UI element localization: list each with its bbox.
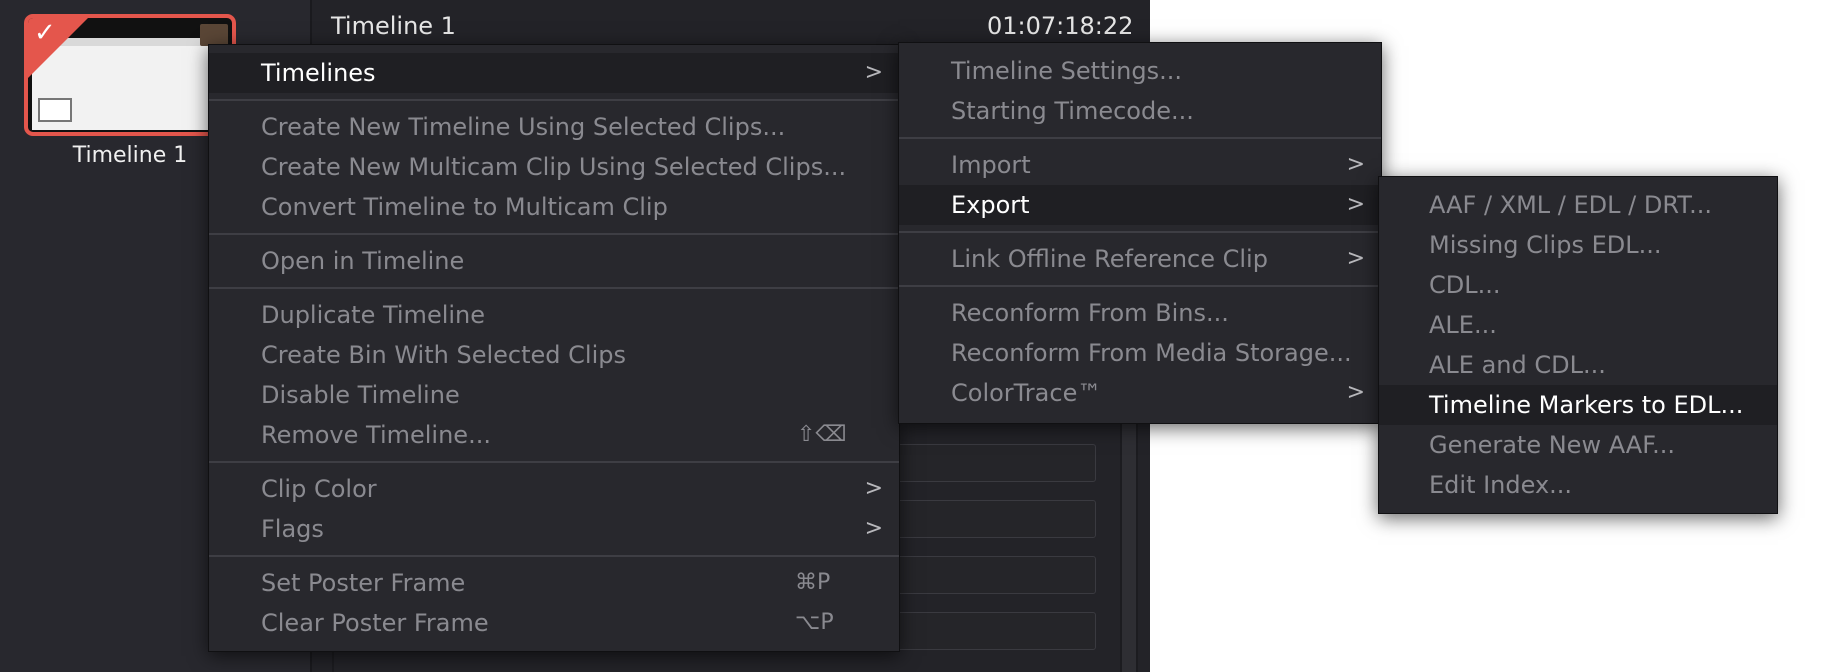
menu-item-label: Clip Color	[261, 475, 377, 503]
menu-item-edit-index[interactable]: Edit Index...	[1379, 465, 1777, 505]
checkmark-icon: ✓	[34, 18, 56, 48]
menu-item-remove-timeline[interactable]: Remove Timeline... ⇧⌫	[209, 415, 899, 455]
menu-item-open-in-timeline[interactable]: Open in Timeline	[209, 241, 899, 281]
chevron-right-icon: >	[1346, 152, 1365, 177]
menu-item-label: Create New Timeline Using Selected Clips…	[261, 113, 786, 141]
menu-item-aaf-xml-edl-drt[interactable]: AAF / XML / EDL / DRT...	[1379, 185, 1777, 225]
menu-item-create-multicam-clip[interactable]: Create New Multicam Clip Using Selected …	[209, 147, 899, 187]
menu-item-cdl[interactable]: CDL...	[1379, 265, 1777, 305]
menu-item-label: Timeline Settings...	[951, 57, 1182, 85]
menu-separator	[209, 461, 899, 463]
menu-item-label: ColorTrace™	[951, 379, 1102, 407]
menu-item-label: Starting Timecode...	[951, 97, 1194, 125]
menu-item-timelines[interactable]: Timelines >	[209, 53, 899, 93]
chevron-right-icon: >	[864, 516, 883, 541]
menu-item-missing-clips-edl[interactable]: Missing Clips EDL...	[1379, 225, 1777, 265]
chevron-right-icon: >	[1346, 246, 1365, 271]
chevron-right-icon: >	[1346, 380, 1365, 405]
menu-item-label: Set Poster Frame	[261, 569, 466, 597]
menu-item-export[interactable]: Export >	[899, 185, 1381, 225]
menu-item-label: Timeline Markers to EDL...	[1429, 391, 1744, 419]
menu-item-generate-new-aaf[interactable]: Generate New AAF...	[1379, 425, 1777, 465]
menu-item-starting-timecode[interactable]: Starting Timecode...	[899, 91, 1381, 131]
menu-item-convert-to-multicam[interactable]: Convert Timeline to Multicam Clip	[209, 187, 899, 227]
chevron-right-icon: >	[864, 476, 883, 501]
timeline-grid-icon	[38, 98, 72, 122]
menu-separator	[209, 233, 899, 235]
menu-item-import[interactable]: Import >	[899, 145, 1381, 185]
menu-item-label: ALE...	[1429, 311, 1497, 339]
menu-separator	[209, 555, 899, 557]
menu-item-label: Open in Timeline	[261, 247, 465, 275]
chevron-right-icon: >	[864, 60, 883, 85]
menu-item-label: Link Offline Reference Clip	[951, 245, 1268, 273]
menu-item-label: Reconform From Media Storage...	[951, 339, 1352, 367]
menu-item-shortcut: ⌘P	[795, 570, 831, 595]
menu-item-clear-poster-frame[interactable]: Clear Poster Frame ⌥P	[209, 603, 899, 643]
timeline-thumbnail[interactable]: ✓	[24, 14, 236, 136]
menu-item-label: Timelines	[261, 59, 376, 87]
menu-item-clip-color[interactable]: Clip Color >	[209, 469, 899, 509]
menu-item-reconform-media-storage[interactable]: Reconform From Media Storage...	[899, 333, 1381, 373]
menu-separator	[899, 137, 1381, 139]
menu-separator	[899, 231, 1381, 233]
context-menu: Timelines > Create New Timeline Using Se…	[208, 44, 900, 652]
menu-separator	[209, 287, 899, 289]
timelines-submenu: Timeline Settings... Starting Timecode..…	[898, 42, 1382, 424]
export-submenu: AAF / XML / EDL / DRT... Missing Clips E…	[1378, 176, 1778, 514]
menu-item-create-bin[interactable]: Create Bin With Selected Clips	[209, 335, 899, 375]
menu-item-label: ALE and CDL...	[1429, 351, 1606, 379]
menu-item-label: Flags	[261, 515, 324, 543]
menu-item-label: Duplicate Timeline	[261, 301, 486, 329]
menu-item-label: Clear Poster Frame	[261, 609, 489, 637]
menu-item-shortcut: ⌥P	[795, 610, 834, 635]
menu-item-label: Import	[951, 151, 1031, 179]
inspector-timecode: 01:07:18:22	[987, 12, 1134, 40]
menu-item-label: AAF / XML / EDL / DRT...	[1429, 191, 1712, 219]
menu-item-set-poster-frame[interactable]: Set Poster Frame ⌘P	[209, 563, 899, 603]
menu-item-timeline-markers-to-edl[interactable]: Timeline Markers to EDL...	[1379, 385, 1777, 425]
menu-item-label: Reconform From Bins...	[951, 299, 1229, 327]
menu-item-label: Create New Multicam Clip Using Selected …	[261, 153, 847, 181]
menu-item-shortcut: ⇧⌫	[797, 422, 847, 447]
menu-item-label: Generate New AAF...	[1429, 431, 1676, 459]
menu-item-label: CDL...	[1429, 271, 1501, 299]
menu-item-label: Export	[951, 191, 1030, 219]
menu-item-timeline-settings[interactable]: Timeline Settings...	[899, 51, 1381, 91]
thumbnail-face	[200, 24, 228, 46]
menu-item-label: Disable Timeline	[261, 381, 460, 409]
menu-item-ale-and-cdl[interactable]: ALE and CDL...	[1379, 345, 1777, 385]
menu-item-reconform-bins[interactable]: Reconform From Bins...	[899, 293, 1381, 333]
menu-item-label: Remove Timeline...	[261, 421, 491, 449]
menu-item-flags[interactable]: Flags >	[209, 509, 899, 549]
menu-separator	[899, 285, 1381, 287]
menu-item-link-offline-reference[interactable]: Link Offline Reference Clip >	[899, 239, 1381, 279]
menu-item-label: Edit Index...	[1429, 471, 1573, 499]
menu-item-label: Missing Clips EDL...	[1429, 231, 1662, 259]
menu-item-disable-timeline[interactable]: Disable Timeline	[209, 375, 899, 415]
menu-item-duplicate-timeline[interactable]: Duplicate Timeline	[209, 295, 899, 335]
menu-item-label: Create Bin With Selected Clips	[261, 341, 626, 369]
menu-item-colortrace[interactable]: ColorTrace™ >	[899, 373, 1381, 413]
menu-item-ale[interactable]: ALE...	[1379, 305, 1777, 345]
menu-item-label: Convert Timeline to Multicam Clip	[261, 193, 668, 221]
inspector-title: Timeline 1	[331, 12, 456, 40]
menu-item-create-new-timeline[interactable]: Create New Timeline Using Selected Clips…	[209, 107, 899, 147]
menu-separator	[209, 99, 899, 101]
chevron-right-icon: >	[1346, 192, 1365, 217]
